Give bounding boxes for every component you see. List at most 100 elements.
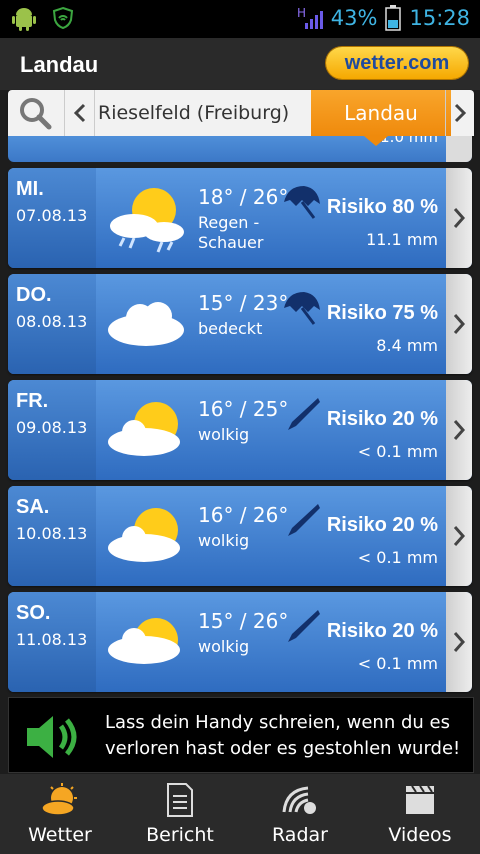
forecast-row[interactable]: MI. 07.08.13 18° / 26° Regen - Schauer R… bbox=[8, 168, 472, 268]
condition: Regen - Schauer bbox=[198, 213, 264, 252]
condition: wolkig bbox=[198, 425, 250, 444]
rain-risk: Risiko 20 % bbox=[326, 514, 438, 536]
rain-amount: < 0.1 mm bbox=[357, 654, 438, 673]
day-label: FR. bbox=[16, 390, 49, 412]
title-bar: Landau wetter.com bbox=[0, 38, 480, 90]
nav-radar[interactable]: Radar bbox=[240, 774, 360, 854]
report-icon bbox=[167, 783, 193, 817]
chevron-right-icon bbox=[453, 208, 466, 228]
nav-label: Wetter bbox=[28, 824, 92, 846]
day-label: MI. bbox=[16, 178, 44, 200]
date-label: 08.08.13 bbox=[16, 312, 88, 331]
forecast-row[interactable]: FR. 09.08.13 16° / 25° wolkig Risiko 20 … bbox=[8, 380, 472, 480]
day-cell: FR. 09.08.13 bbox=[8, 380, 96, 480]
forecast-row[interactable]: SA. 10.08.13 16° / 26° wolkig Risiko 20 … bbox=[8, 486, 472, 586]
closed-umbrella-icon bbox=[288, 504, 320, 536]
search-icon bbox=[20, 98, 52, 130]
row-chevron bbox=[446, 592, 472, 692]
nav-label: Radar bbox=[272, 824, 328, 846]
rain-amount: < 0.1 mm bbox=[357, 442, 438, 461]
open-umbrella-icon bbox=[284, 186, 320, 219]
previous-location-button[interactable] bbox=[66, 90, 95, 136]
wetter-logo[interactable]: wetter.com bbox=[326, 47, 468, 79]
tab-location-landau[interactable]: Landau bbox=[311, 90, 451, 136]
row-chevron bbox=[446, 486, 472, 586]
rain-amount: 8.4 mm bbox=[376, 336, 438, 355]
date-label: 07.08.13 bbox=[16, 206, 88, 225]
temperature: 16° / 26° bbox=[198, 503, 289, 527]
rain-risk: Risiko 80 % bbox=[326, 196, 438, 218]
tab-location-rieselfeld[interactable]: Rieselfeld (Freiburg) bbox=[98, 102, 289, 124]
closed-umbrella-icon bbox=[288, 398, 320, 430]
status-bar: H 43% 15:28 bbox=[0, 0, 480, 38]
chevron-right-icon bbox=[453, 420, 466, 440]
date-label: 11.08.13 bbox=[16, 630, 88, 649]
row-chevron bbox=[446, 168, 472, 268]
temperature: 16° / 25° bbox=[198, 397, 289, 421]
forecast-row[interactable]: DO. 08.08.13 15° / 23° bedeckt Risiko 75… bbox=[8, 274, 472, 374]
search-button[interactable] bbox=[8, 90, 65, 136]
temperature: 18° / 26° bbox=[198, 185, 289, 209]
chevron-left-icon bbox=[73, 103, 86, 123]
forecast-row-partial[interactable]: 1.0 mm bbox=[8, 136, 472, 162]
nav-videos[interactable]: Videos bbox=[360, 774, 480, 854]
chevron-right-icon bbox=[453, 526, 466, 546]
date-label: 10.08.13 bbox=[16, 524, 88, 543]
ad-text: Lass dein Handy schreien, wenn du es ver… bbox=[105, 712, 461, 759]
condition: wolkig bbox=[198, 637, 250, 656]
condition: bedeckt bbox=[198, 319, 263, 338]
battery-percent: 43% bbox=[330, 6, 378, 30]
active-tab-pointer bbox=[364, 136, 388, 146]
rain-amount: 1.0 mm bbox=[380, 136, 438, 146]
day-cell: MI. 07.08.13 bbox=[8, 168, 96, 268]
nav-label: Videos bbox=[388, 824, 452, 846]
shield-icon bbox=[52, 6, 74, 30]
page-title: Landau bbox=[20, 52, 99, 77]
next-location-button[interactable] bbox=[445, 90, 474, 136]
ad-banner[interactable]: Lass dein Handy schreien, wenn du es ver… bbox=[8, 697, 474, 773]
video-icon bbox=[406, 785, 434, 814]
battery-icon bbox=[385, 5, 402, 31]
rain-amount: < 0.1 mm bbox=[357, 548, 438, 567]
day-label: SO. bbox=[16, 602, 51, 624]
weather-icon bbox=[41, 783, 77, 816]
day-cell: DO. 08.08.13 bbox=[8, 274, 96, 374]
closed-umbrella-icon bbox=[288, 610, 320, 642]
rain-risk: Risiko 75 % bbox=[326, 302, 438, 324]
sun-cloud-icon bbox=[108, 618, 180, 664]
signal-icon: H bbox=[297, 6, 323, 29]
sun-cloud-icon bbox=[108, 508, 180, 562]
rain-sun-icon bbox=[110, 188, 184, 253]
chevron-right-icon bbox=[453, 632, 466, 652]
speaker-icon bbox=[27, 716, 77, 758]
rain-risk: Risiko 20 % bbox=[326, 408, 438, 430]
bottom-navigation: Wetter Bericht Radar Videos bbox=[0, 774, 480, 854]
rain-amount: 11.1 mm bbox=[366, 230, 438, 249]
row-chevron bbox=[446, 380, 472, 480]
row-chevron bbox=[446, 274, 472, 374]
day-cell: SA. 10.08.13 bbox=[8, 486, 96, 586]
open-umbrella-icon bbox=[284, 292, 320, 325]
location-tab-bar: Rieselfeld (Freiburg) Landau bbox=[8, 90, 474, 136]
android-icon bbox=[12, 8, 36, 31]
nav-bericht[interactable]: Bericht bbox=[120, 774, 240, 854]
date-label: 09.08.13 bbox=[16, 418, 88, 437]
chevron-right-icon bbox=[453, 314, 466, 334]
sun-cloud-icon bbox=[108, 402, 180, 456]
clock: 15:28 bbox=[409, 6, 470, 30]
nav-wetter[interactable]: Wetter bbox=[0, 774, 120, 854]
day-label: DO. bbox=[16, 284, 52, 306]
chevron-right-icon bbox=[454, 103, 467, 123]
chevron-right-icon bbox=[446, 136, 472, 162]
radar-icon bbox=[282, 786, 316, 814]
forecast-row[interactable]: SO. 11.08.13 15° / 26° wolkig Risiko 20 … bbox=[8, 592, 472, 692]
temperature: 15° / 23° bbox=[198, 291, 289, 315]
cloud-icon bbox=[108, 302, 184, 346]
rain-risk: Risiko 20 % bbox=[326, 620, 438, 642]
condition: wolkig bbox=[198, 531, 250, 550]
day-cell: SO. 11.08.13 bbox=[8, 592, 96, 692]
nav-label: Bericht bbox=[146, 824, 214, 846]
day-label: SA. bbox=[16, 496, 50, 518]
temperature: 15° / 26° bbox=[198, 609, 289, 633]
svg-text:H: H bbox=[297, 6, 306, 20]
